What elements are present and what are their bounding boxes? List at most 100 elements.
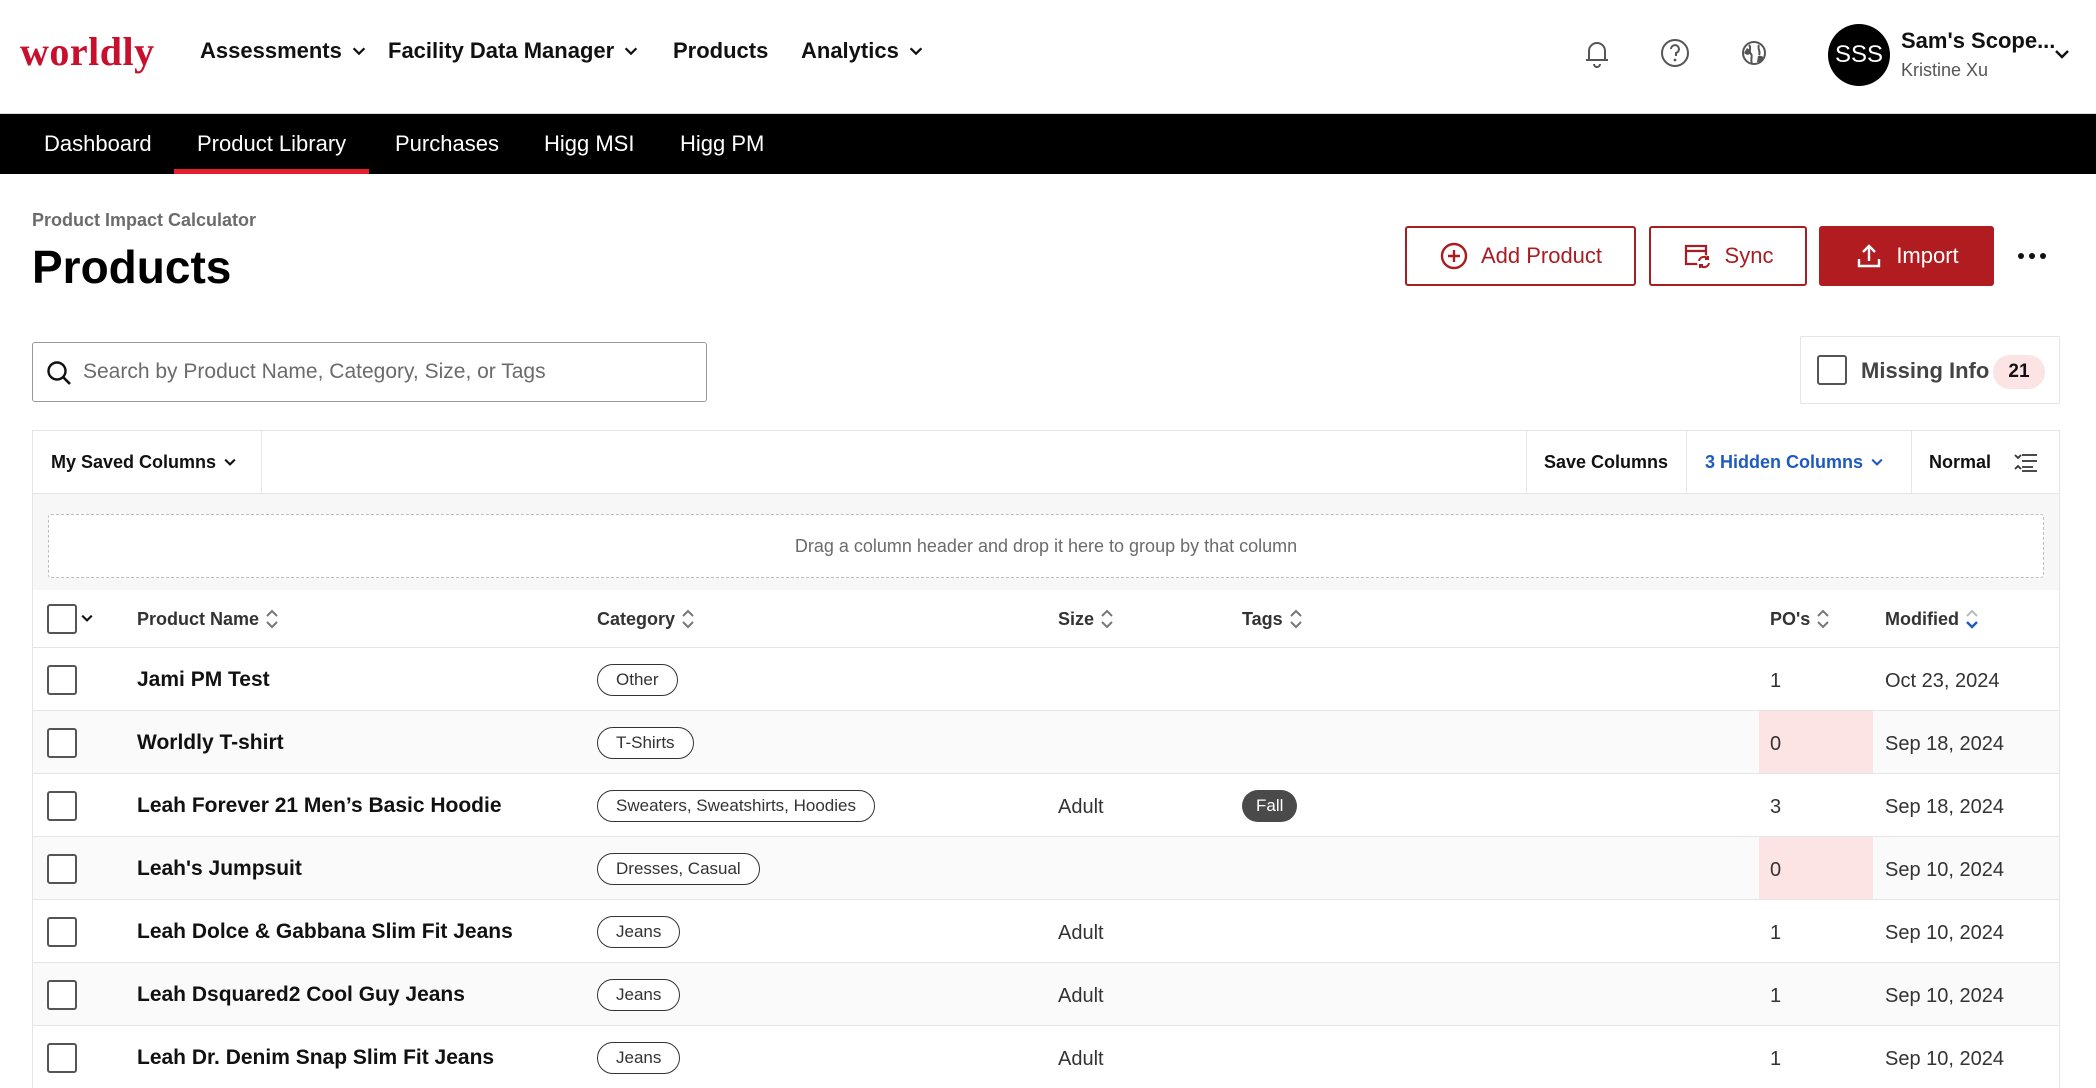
category-chip: Sweaters, Sweatshirts, Hoodies bbox=[597, 790, 875, 822]
chevron-down-icon bbox=[352, 47, 366, 56]
saved-columns-dropdown[interactable]: My Saved Columns bbox=[51, 431, 238, 493]
chevron-down-icon[interactable] bbox=[2052, 44, 2072, 64]
modified-date: Oct 23, 2024 bbox=[1885, 670, 2000, 692]
row-checkbox[interactable] bbox=[47, 854, 77, 884]
page-title: Products bbox=[32, 241, 232, 293]
table-row[interactable]: Worldly T-shirt T-Shirts 0 Sep 18, 2024 bbox=[33, 711, 2059, 774]
row-checkbox[interactable] bbox=[47, 980, 77, 1010]
column-label: Product Name bbox=[137, 608, 260, 629]
table-row[interactable]: Leah Dr. Denim Snap Slim Fit Jeans Jeans… bbox=[33, 1026, 2059, 1088]
missing-info-checkbox[interactable] bbox=[1817, 355, 1847, 385]
column-header-product-name[interactable]: Product Name bbox=[137, 608, 279, 630]
product-name[interactable]: Leah Dolce & Gabbana Slim Fit Jeans bbox=[137, 920, 513, 944]
product-name[interactable]: Jami PM Test bbox=[137, 668, 270, 692]
help-icon[interactable] bbox=[1658, 36, 1692, 70]
missing-info-count-badge: 21 bbox=[1993, 355, 2045, 389]
category-chip: T-Shirts bbox=[597, 727, 694, 759]
modified-date: Sep 10, 2024 bbox=[1885, 922, 2004, 944]
table-row[interactable]: Leah Dsquared2 Cool Guy Jeans Jeans Adul… bbox=[33, 963, 2059, 1026]
upload-icon bbox=[1858, 244, 1881, 268]
row-checkbox[interactable] bbox=[47, 917, 77, 947]
user-org[interactable]: Sam's Scope... bbox=[1901, 28, 2055, 54]
column-header-modified[interactable]: Modified bbox=[1885, 608, 1979, 630]
table-row[interactable]: Leah Dolce & Gabbana Slim Fit Jeans Jean… bbox=[33, 900, 2059, 963]
sort-icon bbox=[1817, 609, 1830, 629]
product-name[interactable]: Leah's Jumpsuit bbox=[137, 857, 302, 881]
density-icon bbox=[2014, 454, 2038, 472]
column-header-size[interactable]: Size bbox=[1058, 608, 1114, 630]
category-chip: Jeans bbox=[597, 1042, 681, 1074]
chevron-down-icon bbox=[909, 47, 922, 56]
column-label: PO's bbox=[1770, 608, 1811, 629]
hidden-columns-dropdown[interactable]: 3 Hidden Columns bbox=[1705, 431, 1885, 493]
density-label: Normal bbox=[1929, 451, 1992, 472]
table-row[interactable]: Leah's Jumpsuit Dresses, Casual 0 Sep 10… bbox=[33, 837, 2059, 900]
tab-dashboard[interactable]: Dashboard bbox=[44, 114, 152, 174]
search-icon bbox=[47, 361, 71, 385]
density-dropdown[interactable]: Normal bbox=[1929, 431, 2039, 493]
modified-date: Sep 10, 2024 bbox=[1885, 1048, 2004, 1070]
modified-date: Sep 18, 2024 bbox=[1885, 796, 2004, 818]
product-name[interactable]: Worldly T-shirt bbox=[137, 731, 284, 755]
nav-label: Analytics bbox=[801, 38, 899, 63]
pos-cell: 1 bbox=[1759, 900, 1873, 962]
save-columns-button[interactable]: Save Columns bbox=[1544, 431, 1668, 493]
product-name[interactable]: Leah Forever 21 Men’s Basic Hoodie bbox=[137, 794, 502, 818]
table-row[interactable]: Leah Forever 21 Men’s Basic Hoodie Sweat… bbox=[33, 774, 2059, 837]
row-checkbox[interactable] bbox=[47, 728, 77, 758]
column-header-pos[interactable]: PO's bbox=[1770, 608, 1830, 630]
category-chip: Jeans bbox=[597, 916, 681, 948]
missing-info-filter[interactable]: Missing Info 21 bbox=[1800, 336, 2060, 404]
toolbar-divider bbox=[1526, 431, 1527, 493]
product-name[interactable]: Leah Dsquared2 Cool Guy Jeans bbox=[137, 983, 465, 1007]
nav-label: Assessments bbox=[200, 38, 342, 63]
row-checkbox[interactable] bbox=[47, 665, 77, 695]
import-button[interactable]: Import bbox=[1819, 226, 1994, 286]
row-checkbox[interactable] bbox=[47, 1043, 77, 1073]
pos-count: 1 bbox=[1770, 985, 1782, 1007]
pos-cell: 1 bbox=[1759, 963, 1873, 1025]
more-options-icon[interactable] bbox=[2010, 240, 2054, 272]
column-label: Category bbox=[597, 608, 676, 629]
column-header-category[interactable]: Category bbox=[597, 608, 695, 630]
tag-chip: Fall bbox=[1242, 790, 1298, 822]
select-all-checkbox[interactable] bbox=[47, 604, 77, 634]
row-checkbox[interactable] bbox=[47, 791, 77, 821]
sync-icon bbox=[1684, 244, 1711, 269]
nav-analytics[interactable]: Analytics bbox=[801, 38, 925, 64]
sync-button[interactable]: Sync bbox=[1649, 226, 1807, 286]
group-drop-zone[interactable]: Drag a column header and drop it here to… bbox=[48, 514, 2044, 578]
globe-icon[interactable] bbox=[1737, 36, 1771, 70]
pos-count: 1 bbox=[1770, 670, 1782, 692]
tab-product-library[interactable]: Product Library bbox=[173, 114, 370, 174]
missing-info-label: Missing Info bbox=[1861, 358, 1990, 383]
nav-facility-data-manager[interactable]: Facility Data Manager bbox=[388, 38, 640, 64]
pos-cell: 1 bbox=[1759, 1026, 1873, 1088]
add-product-button[interactable]: Add Product bbox=[1405, 226, 1636, 286]
sort-icon bbox=[1289, 609, 1302, 629]
column-header-tags[interactable]: Tags bbox=[1242, 608, 1303, 630]
nav-products[interactable]: Products bbox=[673, 38, 768, 64]
bell-icon[interactable] bbox=[1580, 36, 1614, 70]
grid-toolbar: My Saved Columns Save Columns 3 Hidden C… bbox=[32, 430, 2060, 494]
size-value: Adult bbox=[1058, 922, 1104, 944]
pos-count: 0 bbox=[1770, 859, 1782, 881]
chevron-down-icon[interactable] bbox=[79, 610, 95, 626]
worldly-logo[interactable]: worldly bbox=[20, 28, 155, 75]
tab-higg-msi[interactable]: Higg MSI bbox=[544, 114, 634, 174]
tab-purchases[interactable]: Purchases bbox=[395, 114, 499, 174]
pos-cell: 0 bbox=[1759, 711, 1873, 773]
toolbar-divider bbox=[1686, 431, 1687, 493]
avatar[interactable]: SSS bbox=[1828, 24, 1890, 86]
breadcrumb[interactable]: Product Impact Calculator bbox=[32, 210, 256, 231]
column-label: Tags bbox=[1242, 608, 1283, 629]
tab-higg-pm[interactable]: Higg PM bbox=[680, 114, 764, 174]
nav-assessments[interactable]: Assessments bbox=[200, 38, 368, 64]
search-input[interactable] bbox=[83, 343, 693, 401]
pos-count: 0 bbox=[1770, 733, 1782, 755]
table-row[interactable]: Jami PM Test Other 1 Oct 23, 2024 bbox=[33, 648, 2059, 711]
sort-icon bbox=[682, 609, 694, 629]
category-chip: Other bbox=[597, 664, 678, 696]
pos-count: 1 bbox=[1770, 922, 1782, 944]
product-name[interactable]: Leah Dr. Denim Snap Slim Fit Jeans bbox=[137, 1046, 494, 1070]
